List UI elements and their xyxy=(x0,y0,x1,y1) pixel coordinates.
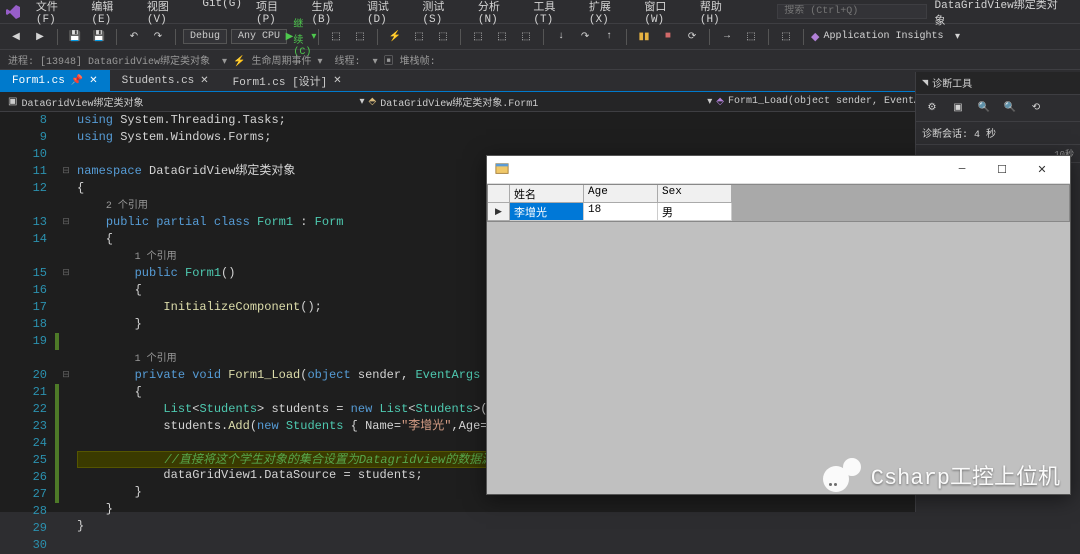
pause-icon[interactable]: ▮▮ xyxy=(634,27,654,47)
menu-item[interactable]: 视图(V) xyxy=(141,0,194,28)
datagridview[interactable]: 姓名AgeSex ▶李增光18男 xyxy=(487,184,1070,222)
dgv-column-header[interactable]: Sex xyxy=(658,185,732,203)
tb-icon[interactable]: ⬚ xyxy=(409,27,429,47)
menu-item[interactable]: 窗口(W) xyxy=(638,0,691,28)
dgv-corner[interactable] xyxy=(488,185,510,203)
save-all-icon[interactable]: 💾 xyxy=(89,27,109,47)
maximize-button[interactable]: ☐ xyxy=(982,157,1022,183)
running-form-window[interactable]: ─ ☐ ✕ 姓名AgeSex ▶李增光18男 xyxy=(486,155,1071,495)
continue-button[interactable]: ▶ 继续(C) ▾ xyxy=(291,27,311,47)
search-input[interactable] xyxy=(777,4,926,19)
tb-icon[interactable]: ⬚ xyxy=(326,27,346,47)
dgv-row-header[interactable]: ▶ xyxy=(488,203,510,221)
minimize-button[interactable]: ─ xyxy=(942,157,982,183)
platform-dropdown[interactable]: Any CPU xyxy=(231,29,287,44)
tb-icon[interactable]: ⚡ xyxy=(385,27,405,47)
watermark: Csharp工控上位机 xyxy=(823,458,1060,492)
process-label: 进程: [13948] DataGridView绑定类对象 xyxy=(8,52,210,68)
dgv-cell[interactable]: 李增光 xyxy=(510,203,584,221)
wechat-icon xyxy=(823,458,863,492)
tb-icon[interactable]: ⬚ xyxy=(516,27,536,47)
menu-item[interactable]: 分析(N) xyxy=(472,0,525,28)
tb-icon[interactable]: → xyxy=(717,27,737,47)
step-out-icon[interactable]: ↑ xyxy=(599,27,619,47)
tb-icon[interactable]: ⬚ xyxy=(492,27,512,47)
tb-icon[interactable]: ⬚ xyxy=(776,27,796,47)
document-tab[interactable]: Form1.cs 📌 ✕ xyxy=(0,70,110,91)
tb-icon[interactable]: ⬚ xyxy=(468,27,488,47)
dgv-cell[interactable]: 男 xyxy=(658,203,732,221)
diag-toolbar: ⚙ ▣ 🔍 🔍 ⟲ xyxy=(916,95,1080,122)
close-icon[interactable]: ✕ xyxy=(89,75,97,87)
window-controls: ─ ☐ ✕ xyxy=(942,157,1062,183)
reset-icon[interactable]: ⟲ xyxy=(1026,98,1046,118)
form-titlebar[interactable]: ─ ☐ ✕ xyxy=(487,156,1070,184)
config-dropdown[interactable]: Debug xyxy=(183,29,227,44)
redo-icon[interactable]: ↷ xyxy=(148,27,168,47)
watermark-text: Csharp工控上位机 xyxy=(871,459,1060,491)
close-icon[interactable]: ✕ xyxy=(200,75,208,87)
menu-item[interactable]: 帮助(H) xyxy=(694,0,747,28)
menu-item[interactable]: 编辑(E) xyxy=(85,0,138,28)
nav-back-icon[interactable]: ◀ xyxy=(6,27,26,47)
dgv-cell[interactable]: 18 xyxy=(584,203,658,221)
diag-title: ◥诊断工具 xyxy=(916,72,1080,95)
bc-class[interactable]: ▾ ⬘ DataGridView绑定类对象.Form1 xyxy=(351,92,699,112)
diag-session: 诊断会话: 4 秒 xyxy=(916,122,1080,145)
close-button[interactable]: ✕ xyxy=(1022,157,1062,183)
thread-label: 线程: xyxy=(335,52,361,68)
form-icon xyxy=(495,162,511,178)
camera-icon[interactable]: ▣ xyxy=(948,98,968,118)
menu-item[interactable]: 测试(S) xyxy=(416,0,469,28)
stackframe-label: ▾ ▣ 堆栈帧: xyxy=(373,52,436,68)
solution-name: DataGridView绑定类对象 xyxy=(927,0,1076,30)
tb-icon[interactable]: ⬚ xyxy=(433,27,453,47)
tb-icon[interactable]: ⬚ xyxy=(350,27,370,47)
step-into-icon[interactable]: ↓ xyxy=(551,27,571,47)
restart-icon[interactable]: ⟳ xyxy=(682,27,702,47)
nav-fwd-icon[interactable]: ▶ xyxy=(30,27,50,47)
stop-icon[interactable]: ■ xyxy=(658,27,678,47)
menu-item[interactable]: 文件(F) xyxy=(30,0,83,28)
undo-icon[interactable]: ↶ xyxy=(124,27,144,47)
app-insights[interactable]: Application Insights xyxy=(824,31,944,42)
dgv-column-header[interactable]: Age xyxy=(584,185,658,203)
pin-icon[interactable]: 📌 xyxy=(71,75,83,87)
code-line[interactable] xyxy=(77,535,1080,552)
document-tab[interactable]: Students.cs ✕ xyxy=(110,70,221,91)
gear-icon[interactable]: ⚙ xyxy=(922,98,942,118)
debug-process-bar: 进程: [13948] DataGridView绑定类对象 ▾ ⚡ 生命周期事件… xyxy=(0,50,1080,70)
menu-item[interactable]: 扩展(X) xyxy=(583,0,636,28)
tb-icon[interactable]: ⬚ xyxy=(741,27,761,47)
bc-project[interactable]: ▣ DataGridView绑定类对象 xyxy=(0,92,151,112)
menu-item[interactable]: 生成(B) xyxy=(305,0,358,28)
zoom-out-icon[interactable]: 🔍 xyxy=(1000,98,1020,118)
main-menu: 文件(F)编辑(E)视图(V)Git(G)项目(P)生成(B)调试(D)测试(S… xyxy=(30,0,747,28)
menu-item[interactable]: Git(G) xyxy=(196,0,248,28)
title-bar: 文件(F)编辑(E)视图(V)Git(G)项目(P)生成(B)调试(D)测试(S… xyxy=(0,0,1080,24)
document-tab[interactable]: Form1.cs [设计] ✕ xyxy=(221,70,354,91)
form-body: 姓名AgeSex ▶李增光18男 xyxy=(487,184,1070,494)
menu-item[interactable]: 工具(T) xyxy=(527,0,580,28)
save-icon[interactable]: 💾 xyxy=(65,27,85,47)
menu-item[interactable]: 调试(D) xyxy=(361,0,414,28)
vs-logo-icon xyxy=(4,3,22,21)
code-line[interactable]: } xyxy=(77,518,1080,535)
close-icon[interactable]: ✕ xyxy=(333,75,341,87)
lifecycle-label: ▾ ⚡ 生命周期事件 ▾ xyxy=(222,52,323,68)
zoom-in-icon[interactable]: 🔍 xyxy=(974,98,994,118)
main-toolbar: ◀ ▶ 💾 💾 ↶ ↷ Debug Any CPU ▶ 继续(C) ▾ ⬚ ⬚ … xyxy=(0,24,1080,50)
dropdown-icon[interactable]: ▾ xyxy=(948,27,968,47)
dgv-column-header[interactable]: 姓名 xyxy=(510,185,584,203)
step-over-icon[interactable]: ↷ xyxy=(575,27,595,47)
